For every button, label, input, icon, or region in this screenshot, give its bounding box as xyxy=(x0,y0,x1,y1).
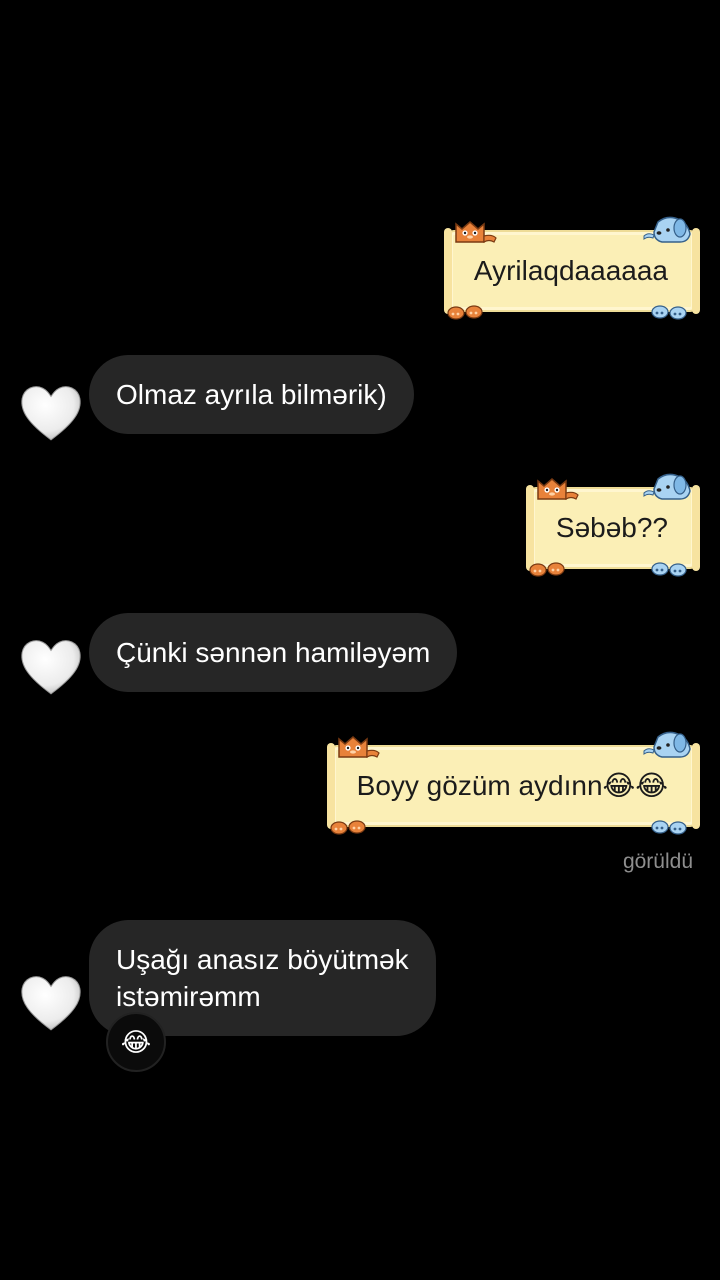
white-heart-icon[interactable] xyxy=(18,636,84,698)
cat-paws-icon xyxy=(329,817,369,835)
dog-paws-icon xyxy=(650,817,690,835)
outgoing-message[interactable]: Boyy gözüm aydınn😂😂 xyxy=(326,745,700,827)
message-text-line: istəmirəmm xyxy=(116,981,261,1012)
outgoing-bubble[interactable]: Boyy gözüm aydınn😂😂 xyxy=(326,745,700,827)
cat-sticker-icon xyxy=(532,473,580,503)
cat-sticker-icon xyxy=(333,731,381,761)
dog-paws-icon xyxy=(650,559,690,577)
laughing-emoji-icon: 😂 xyxy=(120,1027,152,1057)
message-text: Səbəb?? xyxy=(555,512,668,543)
message-text: Boyy gözüm aydınn😂😂 xyxy=(356,770,668,801)
dog-sticker-icon xyxy=(642,471,694,501)
white-heart-icon[interactable] xyxy=(18,382,84,444)
message-text: Ayrilaqdaaaaaa xyxy=(473,255,668,286)
cat-paws-icon xyxy=(446,302,486,320)
message-text-line: Uşağı anasız böyütmək xyxy=(116,944,409,975)
white-heart-icon[interactable] xyxy=(18,972,84,1034)
message-text: Çünki sənnən hamiləyəm xyxy=(116,637,431,668)
cat-sticker-icon xyxy=(450,216,498,246)
incoming-bubble[interactable]: Olmaz ayrıla bilmərik) xyxy=(89,355,414,434)
outgoing-message[interactable]: Səbəb?? xyxy=(525,487,700,569)
dog-sticker-icon xyxy=(642,729,694,759)
outgoing-bubble[interactable]: Ayrilaqdaaaaaa xyxy=(443,230,700,312)
reaction-badge[interactable]: 😂 xyxy=(106,1012,166,1072)
dog-sticker-icon xyxy=(642,214,694,244)
incoming-bubble[interactable]: Çünki sənnən hamiləyəm xyxy=(89,613,458,692)
seen-status: görüldü xyxy=(622,850,693,873)
outgoing-message[interactable]: Ayrilaqdaaaaaa xyxy=(443,230,700,312)
dog-paws-icon xyxy=(650,302,690,320)
cat-paws-icon xyxy=(528,559,568,577)
message-text: Olmaz ayrıla bilmərik) xyxy=(116,379,387,410)
outgoing-bubble[interactable]: Səbəb?? xyxy=(525,487,700,569)
